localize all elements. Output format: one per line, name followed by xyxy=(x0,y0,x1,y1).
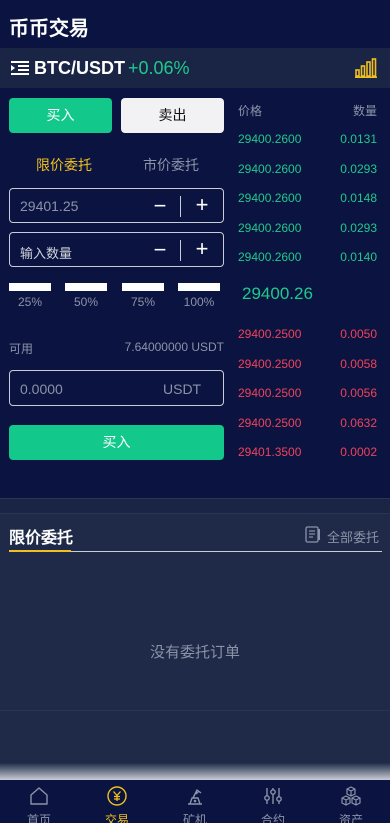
available-value: 7.64000000 USDT xyxy=(124,340,224,354)
section-divider xyxy=(0,498,390,514)
percent-25-button[interactable]: 25% xyxy=(9,283,51,309)
price-plus-button[interactable]: + xyxy=(192,192,212,218)
ask-qty: 0.0058 xyxy=(340,357,377,371)
quantity-stepper: 输入数量 − + xyxy=(9,232,224,267)
bid-qty: 0.0131 xyxy=(340,132,377,146)
nav-label: 资产 xyxy=(338,813,363,823)
nav-item-contract[interactable]: 合约 xyxy=(234,780,312,823)
book-price-header: 价格 xyxy=(238,104,263,118)
book-qty-header: 数量 xyxy=(352,104,377,118)
mining-machine-icon xyxy=(188,789,202,805)
price-input[interactable]: 29401.25 xyxy=(20,198,78,214)
open-orders-panel: 限价委托 全部委托 没有委托订单 xyxy=(0,514,390,710)
tab-market-order[interactable]: 市价委托 xyxy=(143,155,199,175)
percent-label: 50% xyxy=(73,295,99,309)
ask-qty: 0.0056 xyxy=(340,386,377,400)
nav-label: 合约 xyxy=(260,813,285,823)
bid-qty: 0.0140 xyxy=(340,250,377,264)
percent-label: 25% xyxy=(17,295,43,309)
total-value: 0.0000 xyxy=(20,381,63,397)
all-orders-link[interactable]: 全部委托 xyxy=(327,527,379,546)
quantity-input[interactable]: 输入数量 xyxy=(20,243,72,262)
menu-icon[interactable] xyxy=(11,61,29,75)
ask-price: 29400.2500 xyxy=(238,416,302,430)
quantity-minus-button[interactable]: − xyxy=(150,237,170,263)
home-icon xyxy=(30,787,48,805)
empty-orders-message: 没有委托订单 xyxy=(149,644,240,661)
buy-tab[interactable]: 买入 xyxy=(9,98,112,133)
ask-price: 29400.2500 xyxy=(238,386,302,400)
bid-price: 29400.2600 xyxy=(238,162,302,176)
percent-bar xyxy=(9,283,51,291)
price-stepper: 29401.25 − + xyxy=(9,188,224,223)
trade-panel: 买入 卖出 限价委托 市价委托 29401.25 − + 输入数量 − + 25… xyxy=(0,88,390,498)
top-header: 币币交易 xyxy=(0,0,390,48)
ask-qty: 0.0632 xyxy=(340,416,377,430)
bid-qty: 0.0293 xyxy=(340,221,377,235)
ask-price: 29401.3500 xyxy=(238,445,302,459)
percent-label: 75% xyxy=(130,295,156,309)
total-field[interactable]: 0.0000 USDT xyxy=(9,370,224,406)
pair-bar: BTC/USDT +0.06% xyxy=(0,48,390,88)
percent-bar xyxy=(178,283,220,291)
nav-label: 交易 xyxy=(104,813,129,823)
bid-qty: 0.0293 xyxy=(340,162,377,176)
bid-qty: 0.0148 xyxy=(340,191,377,205)
percent-label: 100% xyxy=(183,295,215,309)
percent-75-button[interactable]: 75% xyxy=(122,283,164,309)
submit-buy-button[interactable]: 买入 xyxy=(9,425,224,460)
kline-chart-icon[interactable] xyxy=(355,58,377,78)
bid-price: 29400.2600 xyxy=(238,221,302,235)
pair-symbol[interactable]: BTC/USDT xyxy=(34,58,125,79)
last-price: 29400.26 xyxy=(242,284,313,303)
tab-rule xyxy=(71,551,382,552)
tab-limit-order[interactable]: 限价委托 xyxy=(36,155,92,175)
nav-label: 矿机 xyxy=(182,813,207,823)
percent-bar xyxy=(122,283,164,291)
percent-bar xyxy=(65,283,107,291)
orders-title[interactable]: 限价委托 xyxy=(9,524,73,548)
price-minus-button[interactable]: − xyxy=(150,193,170,219)
document-list-icon[interactable] xyxy=(305,526,321,543)
nav-item-assets[interactable]: 资产 xyxy=(312,780,390,823)
percent-50-button[interactable]: 50% xyxy=(65,283,107,309)
page-title: 币币交易 xyxy=(9,18,89,40)
sliders-icon xyxy=(264,788,282,804)
total-unit: USDT xyxy=(163,381,202,397)
ask-price: 29400.2500 xyxy=(238,357,302,371)
quantity-plus-button[interactable]: + xyxy=(192,236,212,262)
available-label: 可用 xyxy=(9,342,34,356)
content-spacer xyxy=(0,710,390,780)
cubes-icon xyxy=(341,786,361,806)
percent-100-button[interactable]: 100% xyxy=(178,283,220,309)
nav-item-trade[interactable]: 交易 xyxy=(78,780,156,823)
yuan-coin-icon xyxy=(107,786,127,806)
active-tab-underline xyxy=(9,550,71,552)
stepper-divider xyxy=(180,196,181,217)
sell-tab[interactable]: 卖出 xyxy=(121,98,224,133)
ask-qty: 0.0002 xyxy=(340,445,377,459)
nav-label: 首页 xyxy=(26,813,51,823)
bid-price: 29400.2600 xyxy=(238,191,302,205)
ask-price: 29400.2500 xyxy=(238,327,302,341)
bottom-nav: 首页 交易 矿机 合约 资产 xyxy=(0,780,390,823)
bid-price: 29400.2600 xyxy=(238,132,302,146)
ask-qty: 0.0050 xyxy=(340,327,377,341)
pair-change: +0.06% xyxy=(128,58,190,78)
bid-price: 29400.2600 xyxy=(238,250,302,264)
stepper-divider xyxy=(180,240,181,261)
nav-item-home[interactable]: 首页 xyxy=(0,780,78,823)
nav-item-mining[interactable]: 矿机 xyxy=(156,780,234,823)
